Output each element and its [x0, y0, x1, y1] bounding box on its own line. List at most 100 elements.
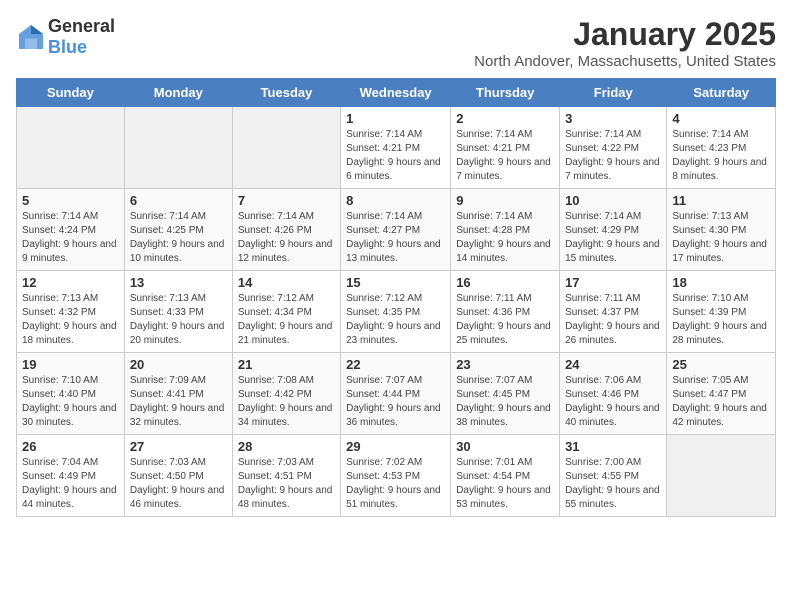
calendar-cell: 27Sunrise: 7:03 AM Sunset: 4:50 PM Dayli…	[124, 435, 232, 517]
day-info: Sunrise: 7:04 AM Sunset: 4:49 PM Dayligh…	[22, 456, 119, 512]
calendar-cell: 16 Sunrise: 7:11 AM Sunset: 4:36 PM Dayli…	[451, 271, 560, 353]
day-number: 23	[456, 357, 554, 372]
day-info: Sunrise: 7:14 AM Sunset: 4:21 PM Dayligh…	[456, 128, 554, 184]
day-info: Sunrise: 7:07 AM Sunset: 4:44 PM Dayligh…	[346, 374, 445, 430]
day-info: Sunrise: 7:14 AM Sunset: 4:27 PM Dayligh…	[346, 210, 445, 266]
calendar-week-row: 1 Sunrise: 7:14 AM Sunset: 4:21 PM Daylig…	[17, 107, 776, 189]
calendar-cell: 25 Sunrise: 7:05 AM Sunset: 4:47 PM Dayli…	[667, 353, 776, 435]
month-title: January 2025	[474, 16, 776, 53]
day-number: 24	[565, 357, 661, 372]
calendar-week-row: 26 Sunrise: 7:04 AM Sunset: 4:49 PM Dayli…	[17, 435, 776, 517]
calendar-cell: 26 Sunrise: 7:04 AM Sunset: 4:49 PM Dayli…	[17, 435, 125, 517]
day-info: Sunrise: 7:14 AM Sunset: 4:24 PM Dayligh…	[22, 210, 119, 266]
calendar-cell: 11 Sunrise: 7:13 AM Sunset: 4:30 PM Dayli…	[667, 189, 776, 271]
day-number: 14	[238, 275, 335, 290]
calendar-cell: 4 Sunrise: 7:14 AM Sunset: 4:23 PM Daylig…	[667, 107, 776, 189]
calendar-cell	[667, 435, 776, 517]
calendar-week-row: 19Sunrise: 7:10 AM Sunset: 4:40 PM Dayli…	[17, 353, 776, 435]
calendar-cell: 23 Sunrise: 7:07 AM Sunset: 4:45 PM Dayli…	[451, 353, 560, 435]
calendar-cell: 8 Sunrise: 7:14 AM Sunset: 4:27 PM Daylig…	[341, 189, 451, 271]
day-number: 16	[456, 275, 554, 290]
calendar-header-row: SundayMondayTuesdayWednesdayThursdayFrid…	[17, 79, 776, 107]
day-header-saturday: Saturday	[667, 79, 776, 107]
day-info: Sunrise: 7:05 AM Sunset: 4:47 PM Dayligh…	[672, 374, 770, 430]
day-header-sunday: Sunday	[17, 79, 125, 107]
day-number: 3	[565, 111, 661, 126]
day-number: 10	[565, 193, 661, 208]
day-info: Sunrise: 7:14 AM Sunset: 4:22 PM Dayligh…	[565, 128, 661, 184]
day-number: 2	[456, 111, 554, 126]
day-info: Sunrise: 7:13 AM Sunset: 4:33 PM Dayligh…	[130, 292, 227, 348]
day-number: 18	[672, 275, 770, 290]
day-number: 15	[346, 275, 445, 290]
day-number: 31	[565, 439, 661, 454]
calendar-cell: 14 Sunrise: 7:12 AM Sunset: 4:34 PM Dayli…	[232, 271, 340, 353]
day-info: Sunrise: 7:00 AM Sunset: 4:55 PM Dayligh…	[565, 456, 661, 512]
calendar-cell: 22 Sunrise: 7:07 AM Sunset: 4:44 PM Dayli…	[341, 353, 451, 435]
calendar-week-row: 12 Sunrise: 7:13 AM Sunset: 4:32 PM Dayli…	[17, 271, 776, 353]
calendar-cell: 6 Sunrise: 7:14 AM Sunset: 4:25 PM Daylig…	[124, 189, 232, 271]
day-info: Sunrise: 7:13 AM Sunset: 4:32 PM Dayligh…	[22, 292, 119, 348]
day-info: Sunrise: 7:10 AM Sunset: 4:40 PM Dayligh…	[22, 374, 119, 430]
day-info: Sunrise: 7:03 AM Sunset: 4:51 PM Dayligh…	[238, 456, 335, 512]
calendar-cell	[17, 107, 125, 189]
calendar-cell: 17Sunrise: 7:11 AM Sunset: 4:37 PM Dayli…	[560, 271, 667, 353]
calendar-cell	[232, 107, 340, 189]
day-header-monday: Monday	[124, 79, 232, 107]
calendar-cell: 28 Sunrise: 7:03 AM Sunset: 4:51 PM Dayli…	[232, 435, 340, 517]
calendar-cell: 7 Sunrise: 7:14 AM Sunset: 4:26 PM Daylig…	[232, 189, 340, 271]
logo-icon	[16, 22, 46, 52]
calendar-cell: 5 Sunrise: 7:14 AM Sunset: 4:24 PM Daylig…	[17, 189, 125, 271]
day-info: Sunrise: 7:07 AM Sunset: 4:45 PM Dayligh…	[456, 374, 554, 430]
calendar-cell: 1 Sunrise: 7:14 AM Sunset: 4:21 PM Daylig…	[341, 107, 451, 189]
day-info: Sunrise: 7:11 AM Sunset: 4:36 PM Dayligh…	[456, 292, 554, 348]
day-info: Sunrise: 7:14 AM Sunset: 4:23 PM Dayligh…	[672, 128, 770, 184]
calendar-table: SundayMondayTuesdayWednesdayThursdayFrid…	[16, 78, 776, 517]
day-number: 29	[346, 439, 445, 454]
calendar-cell: 3 Sunrise: 7:14 AM Sunset: 4:22 PM Daylig…	[560, 107, 667, 189]
day-number: 30	[456, 439, 554, 454]
calendar-cell: 20Sunrise: 7:09 AM Sunset: 4:41 PM Dayli…	[124, 353, 232, 435]
day-number: 13	[130, 275, 227, 290]
calendar-cell: 12 Sunrise: 7:13 AM Sunset: 4:32 PM Dayli…	[17, 271, 125, 353]
day-number: 6	[130, 193, 227, 208]
calendar-cell: 19Sunrise: 7:10 AM Sunset: 4:40 PM Dayli…	[17, 353, 125, 435]
day-info: Sunrise: 7:14 AM Sunset: 4:29 PM Dayligh…	[565, 210, 661, 266]
calendar-cell: 9 Sunrise: 7:14 AM Sunset: 4:28 PM Daylig…	[451, 189, 560, 271]
day-number: 26	[22, 439, 119, 454]
day-number: 5	[22, 193, 119, 208]
day-number: 1	[346, 111, 445, 126]
day-info: Sunrise: 7:11 AM Sunset: 4:37 PM Dayligh…	[565, 292, 661, 348]
day-number: 4	[672, 111, 770, 126]
calendar-cell: 24 Sunrise: 7:06 AM Sunset: 4:46 PM Dayli…	[560, 353, 667, 435]
day-info: Sunrise: 7:02 AM Sunset: 4:53 PM Dayligh…	[346, 456, 445, 512]
day-info: Sunrise: 7:09 AM Sunset: 4:41 PM Dayligh…	[130, 374, 227, 430]
day-number: 28	[238, 439, 335, 454]
day-number: 9	[456, 193, 554, 208]
calendar-cell: 18Sunrise: 7:10 AM Sunset: 4:39 PM Dayli…	[667, 271, 776, 353]
day-header-thursday: Thursday	[451, 79, 560, 107]
calendar-cell: 15Sunrise: 7:12 AM Sunset: 4:35 PM Dayli…	[341, 271, 451, 353]
day-info: Sunrise: 7:06 AM Sunset: 4:46 PM Dayligh…	[565, 374, 661, 430]
day-info: Sunrise: 7:14 AM Sunset: 4:26 PM Dayligh…	[238, 210, 335, 266]
day-info: Sunrise: 7:14 AM Sunset: 4:28 PM Dayligh…	[456, 210, 554, 266]
day-info: Sunrise: 7:14 AM Sunset: 4:21 PM Dayligh…	[346, 128, 445, 184]
day-number: 21	[238, 357, 335, 372]
day-number: 25	[672, 357, 770, 372]
day-number: 27	[130, 439, 227, 454]
day-info: Sunrise: 7:13 AM Sunset: 4:30 PM Dayligh…	[672, 210, 770, 266]
day-number: 11	[672, 193, 770, 208]
day-number: 7	[238, 193, 335, 208]
calendar-week-row: 5 Sunrise: 7:14 AM Sunset: 4:24 PM Daylig…	[17, 189, 776, 271]
logo-general-text: General	[48, 16, 115, 36]
day-number: 8	[346, 193, 445, 208]
title-section: January 2025 North Andover, Massachusett…	[474, 16, 776, 70]
day-info: Sunrise: 7:12 AM Sunset: 4:34 PM Dayligh…	[238, 292, 335, 348]
calendar-cell: 13 Sunrise: 7:13 AM Sunset: 4:33 PM Dayli…	[124, 271, 232, 353]
day-info: Sunrise: 7:14 AM Sunset: 4:25 PM Dayligh…	[130, 210, 227, 266]
day-number: 22	[346, 357, 445, 372]
day-info: Sunrise: 7:08 AM Sunset: 4:42 PM Dayligh…	[238, 374, 335, 430]
day-header-friday: Friday	[560, 79, 667, 107]
day-header-wednesday: Wednesday	[341, 79, 451, 107]
day-number: 12	[22, 275, 119, 290]
